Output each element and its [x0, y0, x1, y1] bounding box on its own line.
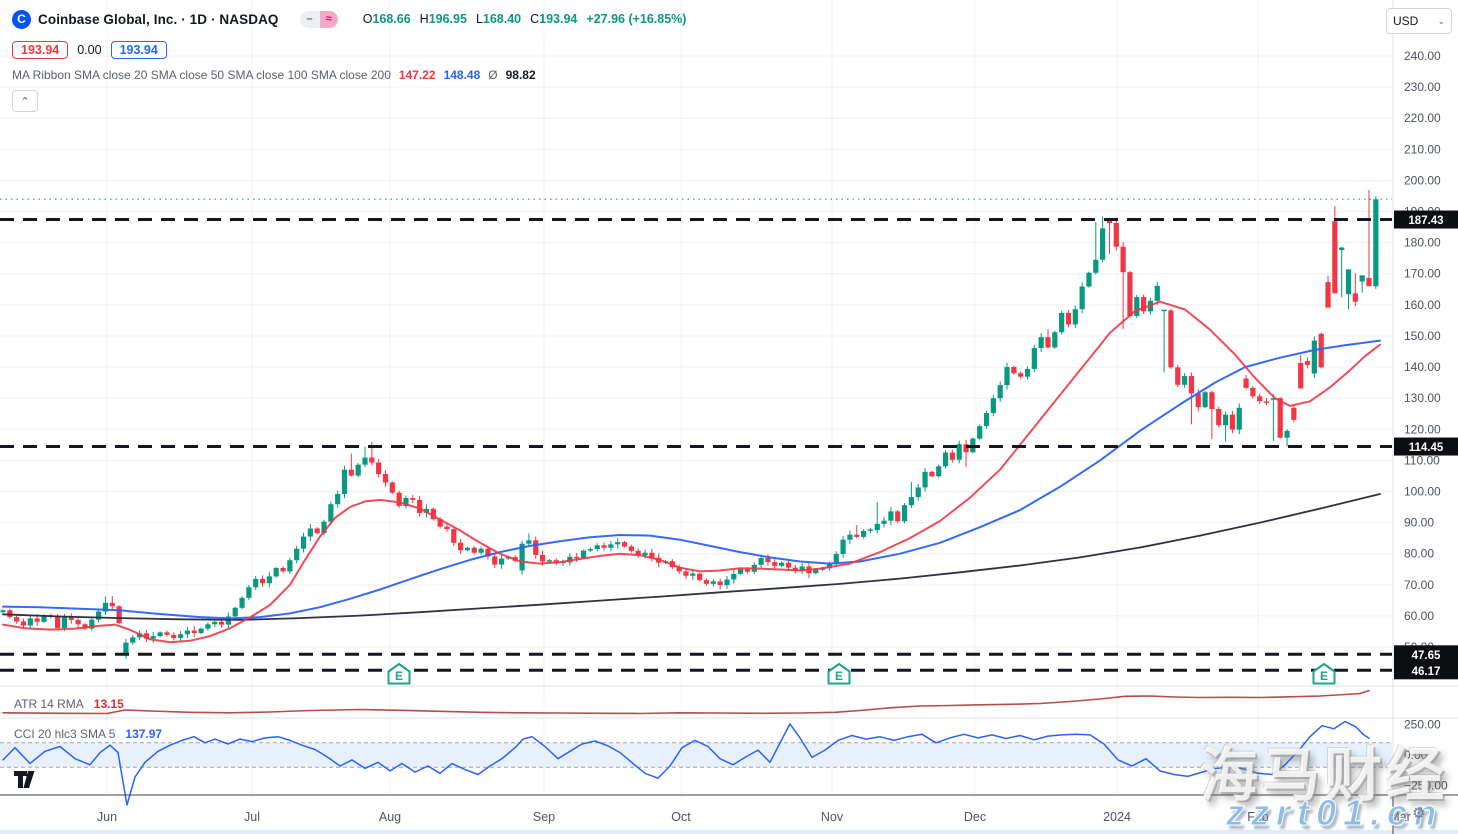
svg-text:47.65: 47.65 — [1412, 650, 1441, 662]
time-axis-label: Jul — [244, 810, 260, 824]
cci-label: CCI 20 hlc3 SMA 5 — [14, 727, 115, 741]
svg-text:170.00: 170.00 — [1404, 267, 1441, 281]
price-axis[interactable]: 240.00230.00220.00210.00200.00190.00180.… — [1394, 49, 1458, 793]
coinbase-logo-icon: C — [12, 10, 31, 29]
spread-value: 0.00 — [77, 43, 101, 57]
open-label: O — [363, 12, 373, 26]
time-axis-label: Aug — [379, 810, 401, 824]
svg-text:150.00: 150.00 — [1404, 329, 1441, 343]
svg-text:E: E — [1320, 669, 1328, 683]
market-status-pill[interactable]: – ≈ — [300, 11, 338, 28]
svg-text:250.00: 250.00 — [1404, 718, 1441, 732]
time-axis[interactable]: Jun Jul Aug Sep Oct Nov Dec 2024 Feb Mar — [97, 810, 1411, 824]
currency-selector[interactable]: USD ⌄ — [1386, 8, 1452, 34]
time-axis-label: Sep — [533, 810, 555, 824]
sell-price-chip[interactable]: 193.94 — [12, 41, 68, 59]
cci-value: 137.97 — [125, 727, 162, 741]
trading-chart-window: EEE240.00230.00220.00210.00200.00190.001… — [0, 0, 1458, 834]
atr-value: 13.15 — [94, 697, 124, 711]
atr-line — [3, 691, 1369, 714]
svg-text:E: E — [835, 669, 843, 683]
svg-text:60.00: 60.00 — [1404, 609, 1434, 623]
atr-legend[interactable]: ATR 14 RMA 13.15 — [14, 697, 124, 711]
svg-text:220.00: 220.00 — [1404, 111, 1441, 125]
time-axis-label: Feb — [1247, 810, 1269, 824]
tradingview-logo-icon[interactable] — [12, 766, 40, 797]
chart-canvas[interactable]: EEE240.00230.00220.00210.00200.00190.001… — [0, 0, 1458, 834]
svg-text:90.00: 90.00 — [1404, 516, 1434, 530]
sma200-value: 98.82 — [506, 68, 536, 82]
chart-header: C Coinbase Global, Inc. · 1D · NASDAQ – … — [12, 8, 686, 112]
ma-ribbon-title: MA Ribbon SMA close 20 SMA close 50 SMA … — [12, 68, 391, 82]
candles — [0, 190, 1378, 659]
svg-text:140.00: 140.00 — [1404, 360, 1441, 374]
collapse-indicators-button[interactable]: ⌃ — [12, 90, 38, 112]
svg-text:−250.00: −250.00 — [1404, 779, 1448, 793]
ma-ribbon-legend[interactable]: MA Ribbon SMA close 20 SMA close 50 SMA … — [12, 68, 686, 82]
svg-text:180.00: 180.00 — [1404, 236, 1441, 250]
gear-icon[interactable]: ⚙ — [1412, 804, 1425, 822]
symbol-title[interactable]: Coinbase Global, Inc. · 1D · NASDAQ — [38, 12, 279, 27]
price-lines[interactable] — [0, 199, 1392, 670]
minus-icon: – — [300, 11, 320, 28]
low-label: L — [476, 12, 483, 26]
average-symbol: Ø — [488, 68, 497, 82]
atr-label: ATR 14 RMA — [14, 697, 84, 711]
atr-pane — [3, 691, 1369, 714]
cci-pane — [0, 722, 1392, 806]
svg-text:70.00: 70.00 — [1404, 578, 1434, 592]
time-axis-label: 2024 — [1103, 810, 1131, 824]
change-value: +27.96 (+16.85%) — [586, 12, 686, 26]
gridlines — [0, 0, 1392, 795]
sma20-value: 147.22 — [399, 68, 436, 82]
buy-price-chip[interactable]: 193.94 — [111, 41, 167, 59]
time-axis-label: Nov — [821, 810, 844, 824]
svg-text:100.00: 100.00 — [1404, 484, 1441, 498]
time-axis-label: Jun — [97, 810, 117, 824]
svg-text:114.45: 114.45 — [1409, 442, 1444, 454]
open-value: 168.66 — [372, 12, 410, 26]
time-axis-label: Mar — [1389, 810, 1411, 824]
high-label: H — [420, 12, 429, 26]
low-value: 168.40 — [483, 12, 521, 26]
sma50-value: 148.48 — [444, 68, 481, 82]
close-label: C — [530, 12, 539, 26]
svg-text:187.43: 187.43 — [1408, 215, 1443, 227]
svg-text:130.00: 130.00 — [1404, 391, 1441, 405]
currency-label: USD — [1393, 14, 1418, 28]
svg-text:120.00: 120.00 — [1404, 422, 1441, 436]
approx-icon: ≈ — [320, 11, 338, 28]
ohlc-readout: O168.66 H196.95 L168.40 C193.94 +27.96 (… — [363, 12, 687, 26]
sma50-line — [3, 341, 1380, 619]
svg-text:210.00: 210.00 — [1404, 142, 1441, 156]
sma200-line — [3, 494, 1380, 620]
svg-text:240.00: 240.00 — [1404, 49, 1441, 63]
svg-text:46.17: 46.17 — [1412, 666, 1441, 678]
svg-text:230.00: 230.00 — [1404, 80, 1441, 94]
svg-text:E: E — [395, 669, 403, 683]
svg-text:160.00: 160.00 — [1404, 298, 1441, 312]
close-value: 193.94 — [539, 12, 577, 26]
cci-legend[interactable]: CCI 20 hlc3 SMA 5 137.97 — [14, 727, 162, 741]
chevron-down-icon: ⌄ — [1437, 16, 1445, 27]
svg-text:0.00: 0.00 — [1404, 748, 1428, 762]
time-axis-label: Dec — [964, 810, 986, 824]
time-axis-label: Oct — [671, 810, 691, 824]
earnings-badges[interactable]: EEE — [389, 664, 1335, 684]
high-value: 196.95 — [429, 12, 467, 26]
svg-text:80.00: 80.00 — [1404, 547, 1434, 561]
svg-text:200.00: 200.00 — [1404, 173, 1441, 187]
